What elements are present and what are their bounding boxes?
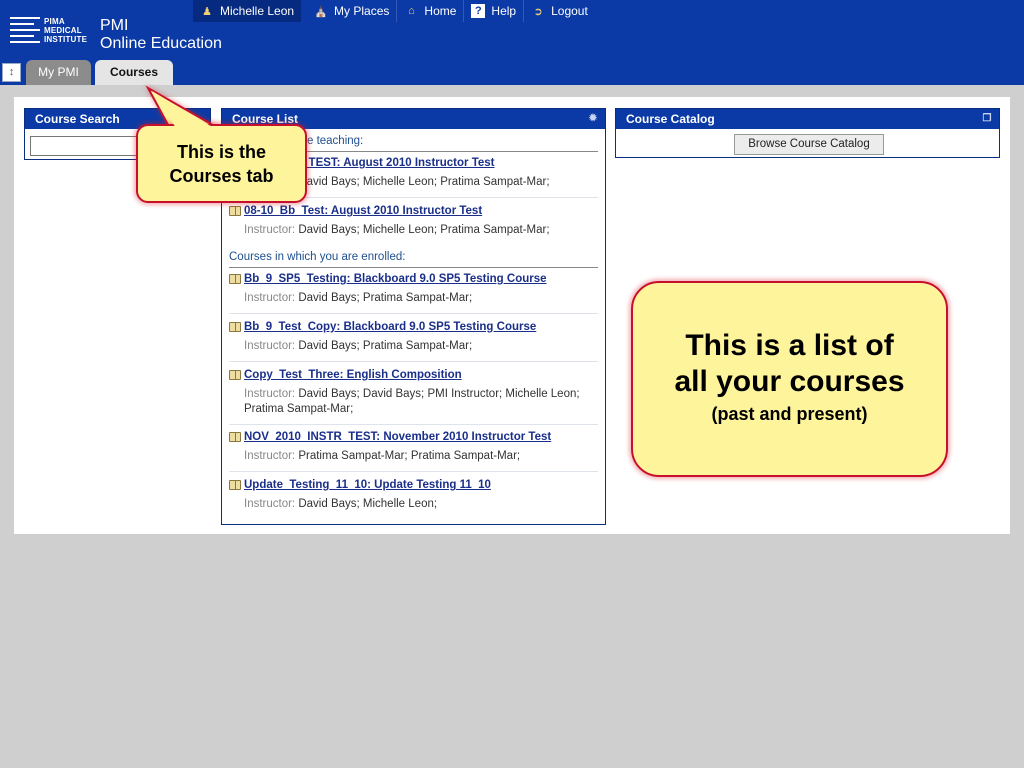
callout-line: This is a list of [685, 329, 894, 362]
callout-subtext: (past and present) [711, 404, 868, 424]
course-list-callout: This is a list of all your courses (past… [631, 281, 948, 477]
callout-line: all your courses [674, 365, 905, 398]
callout-text: This is a list of all your courses [633, 328, 946, 400]
